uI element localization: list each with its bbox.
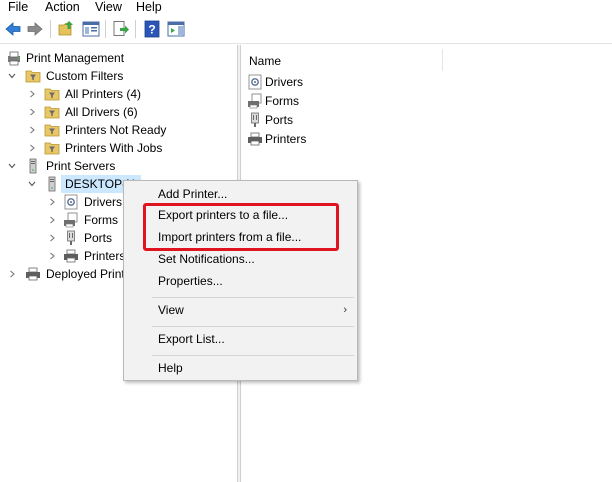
export-list-icon[interactable] (112, 20, 130, 38)
back-arrow-icon[interactable] (4, 20, 22, 38)
menu-item-export-list[interactable]: Export List... (124, 329, 357, 350)
chevron-right-icon[interactable] (28, 108, 36, 116)
menu-item-help[interactable]: Help (124, 358, 357, 379)
menu-file[interactable]: File (8, 0, 28, 14)
column-divider[interactable] (442, 49, 443, 71)
server-icon (29, 158, 37, 174)
chevron-right-icon[interactable] (48, 198, 56, 206)
filter-folder-icon (44, 88, 60, 101)
menu-item-properties[interactable]: Properties... (124, 271, 357, 292)
filter-folder-icon (44, 142, 60, 155)
chevron-right-icon[interactable] (48, 252, 56, 260)
toolbar-separator (50, 20, 51, 38)
menu-view[interactable]: View (95, 0, 122, 14)
tree-item-custom-filters[interactable]: Custom Filters (4, 67, 234, 85)
print-management-icon (8, 51, 20, 66)
help-icon[interactable]: ? (143, 20, 161, 38)
svg-text:?: ? (148, 23, 155, 37)
column-header: Name (241, 45, 612, 75)
toolbar: ? (0, 15, 612, 44)
show-action-pane-icon[interactable] (167, 20, 185, 38)
server-icon (48, 176, 56, 192)
column-header-name[interactable]: Name (249, 54, 281, 68)
tree-item-print-servers[interactable]: Print Servers (4, 157, 234, 175)
tree-item-all-printers[interactable]: All Printers (4) (4, 85, 234, 103)
toolbar-separator (105, 20, 106, 38)
chevron-down-icon[interactable] (8, 162, 16, 170)
filter-folder-icon (44, 124, 60, 137)
menu-separator (152, 355, 354, 356)
chevron-right-icon[interactable] (28, 144, 36, 152)
port-icon (251, 112, 259, 127)
menu-item-view[interactable]: View › (124, 300, 357, 321)
drivers-icon (248, 74, 262, 90)
annotation-highlight-box (143, 203, 339, 251)
printer-icon (64, 249, 78, 263)
tree-item-printers-with-jobs[interactable]: Printers With Jobs (4, 139, 234, 157)
filter-folder-icon (44, 106, 60, 119)
chevron-down-icon[interactable] (8, 72, 16, 80)
menu-item-add-printer[interactable]: Add Printer... (124, 184, 357, 205)
chevron-right-icon[interactable] (8, 270, 16, 278)
printer-icon (248, 132, 262, 146)
show-hide-tree-icon[interactable] (82, 20, 100, 38)
printer-icon (26, 267, 40, 281)
chevron-down-icon[interactable] (28, 180, 36, 188)
tree-item-printers-not-ready[interactable]: Printers Not Ready (4, 121, 234, 139)
chevron-right-icon[interactable] (28, 126, 36, 134)
tree-item-all-drivers[interactable]: All Drivers (6) (4, 103, 234, 121)
menu-action[interactable]: Action (45, 0, 80, 14)
menu-item-set-notifications[interactable]: Set Notifications... (124, 249, 357, 270)
up-folder-icon[interactable] (58, 20, 76, 38)
menu-separator (152, 326, 354, 327)
toolbar-separator (135, 20, 136, 38)
forms-icon (64, 212, 78, 228)
chevron-right-icon[interactable] (48, 234, 56, 242)
menu-help[interactable]: Help (136, 0, 162, 14)
port-icon (67, 230, 75, 245)
chevron-right-icon[interactable] (48, 216, 56, 224)
forward-arrow-icon[interactable] (26, 20, 44, 38)
menu-separator (152, 297, 354, 298)
drivers-icon (64, 194, 78, 210)
chevron-right-icon[interactable] (28, 90, 36, 98)
tree-root-print-management[interactable]: Print Management (4, 49, 234, 67)
menu-bar: File Action View Help (0, 0, 612, 15)
submenu-arrow-icon: › (343, 304, 347, 316)
filter-folder-icon (25, 70, 41, 83)
forms-icon (248, 93, 262, 109)
